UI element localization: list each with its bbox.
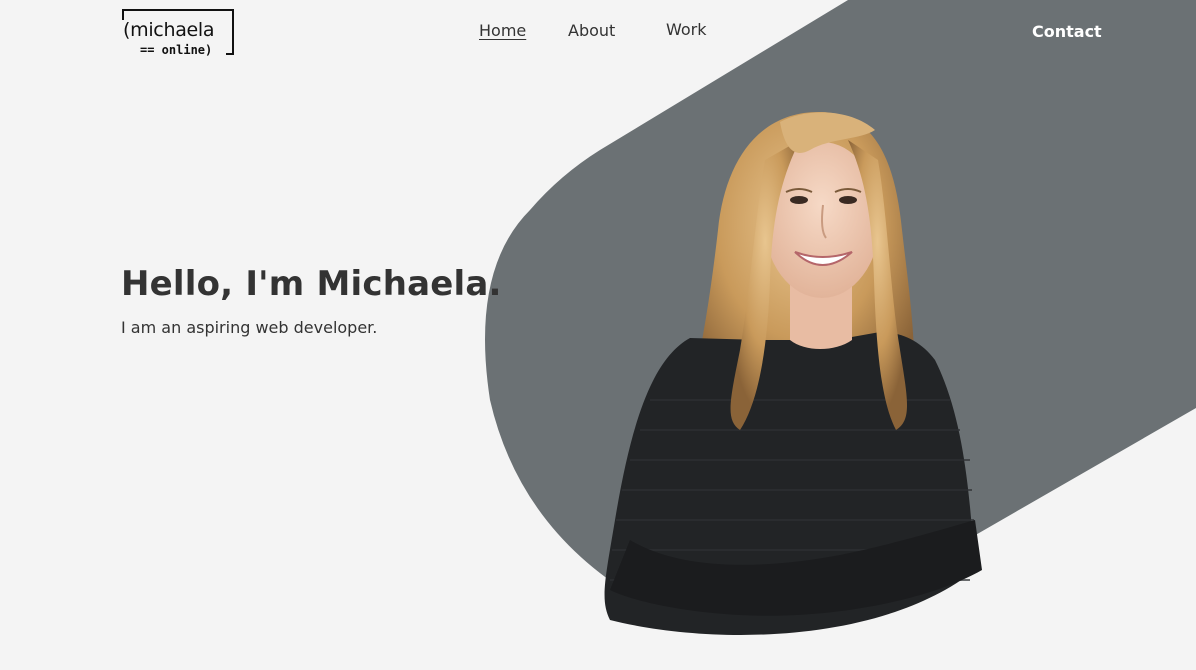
nav-home-link[interactable]: Home [479, 23, 526, 39]
nav-work-link[interactable]: Work [666, 22, 707, 38]
site-logo[interactable]: (michaela == online) [118, 8, 236, 60]
nav-contact-link[interactable]: Contact [1032, 24, 1102, 40]
profile-photo [604, 111, 982, 635]
logo-main-text: (michaela [123, 19, 215, 41]
logo-sub-text: == online) [140, 43, 213, 57]
hero-subtitle: I am an aspiring web developer. [121, 318, 378, 337]
site-header: (michaela == online) Home About Work Con… [0, 0, 1196, 70]
hero-intro: Hello, I'm Michaela. I am an aspiring we… [121, 264, 502, 337]
hero-title: Hello, I'm Michaela. [121, 264, 502, 304]
nav-about-link[interactable]: About [568, 23, 615, 39]
